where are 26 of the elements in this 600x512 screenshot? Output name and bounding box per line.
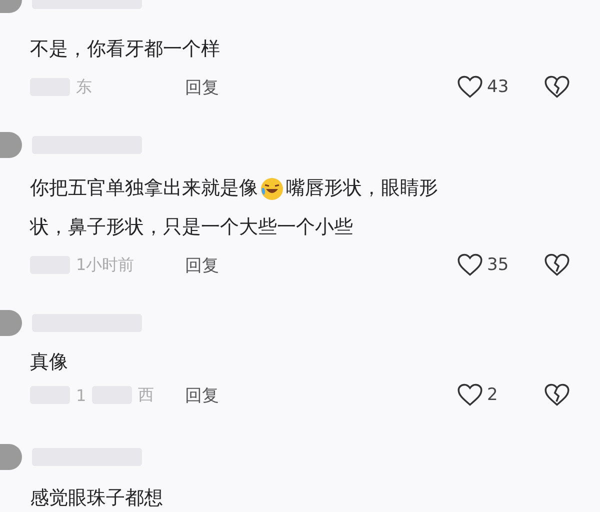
reply-link[interactable]: 回复 — [185, 254, 219, 276]
avatar[interactable] — [0, 310, 22, 336]
broken-heart-icon[interactable] — [544, 253, 570, 277]
comment-text: 嘴唇形状，眼睛形 — [286, 176, 438, 201]
comment-text: 你把五官单独拿出来就是像 — [30, 176, 258, 201]
like-count: 35 — [487, 255, 509, 275]
comment-text: 真像 — [30, 350, 68, 375]
comment-meta: 东 — [76, 76, 92, 98]
comment-text: 状，鼻子形状，只是一个大些一个小些 — [30, 215, 353, 240]
comment-meta: 1 — [76, 386, 86, 404]
comment-text: 感觉眼珠子都想 — [30, 486, 163, 511]
avatar[interactable] — [0, 132, 22, 158]
broken-heart-icon[interactable] — [544, 383, 570, 407]
like-count: 2 — [487, 385, 498, 405]
avatar[interactable] — [0, 444, 22, 470]
comment-text: 不是，你看牙都一个样 — [30, 37, 220, 62]
reply-link[interactable]: 回复 — [185, 384, 219, 406]
laughing-emoji-icon — [260, 176, 284, 200]
heart-icon[interactable] — [457, 383, 483, 407]
heart-icon[interactable] — [457, 75, 483, 99]
broken-heart-icon[interactable] — [544, 75, 570, 99]
reply-link[interactable]: 回复 — [185, 76, 219, 98]
like-count: 43 — [487, 77, 509, 97]
comment-meta: 西 — [138, 384, 154, 406]
heart-icon[interactable] — [457, 253, 483, 277]
comment-meta: 1小时前 — [76, 254, 134, 276]
